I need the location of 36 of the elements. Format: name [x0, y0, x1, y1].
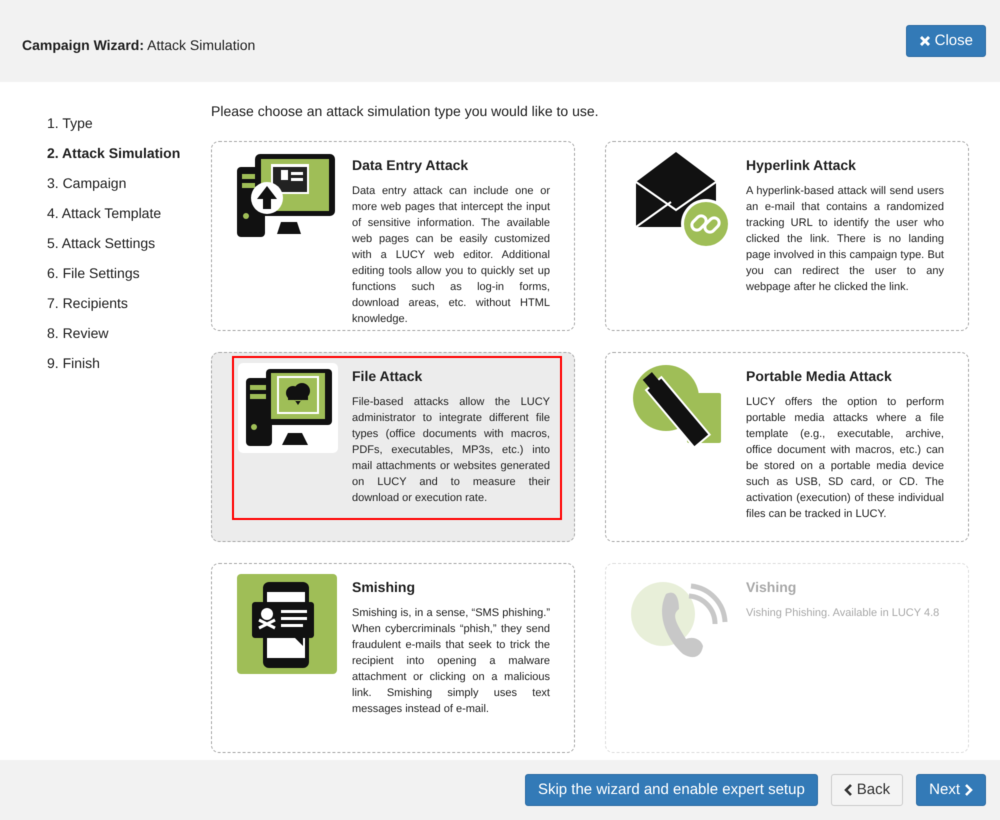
instruction-text: Please choose an attack simulation type you would like to use. [211, 102, 600, 120]
attack-type-card[interactable] [211, 352, 575, 542]
wizard-step[interactable]: 1. Type [47, 108, 211, 138]
wizard-step[interactable]: 7. Recipients [47, 288, 211, 318]
card-title: Data Entry Attack [352, 156, 470, 175]
close-icon [918, 35, 931, 47]
phone-message-icon [237, 574, 337, 674]
next-button[interactable]: Next [916, 774, 986, 806]
wizard-step[interactable]: 3. Campaign [47, 168, 211, 198]
skip-wizard-button[interactable]: Skip the wizard and enable expert setup [524, 774, 818, 806]
chevron-right-icon [964, 784, 973, 796]
card-description: A hyperlink-based attack will send users an e-mail that contains a randomized tracking URL to identify the user who clicked the link. There is no landing page involved in this campaign type. But you can redirect the user to any webpage after he clicked the link. [746, 184, 944, 295]
attack-type-card[interactable] [211, 563, 575, 753]
card-description: Vishing Phishing. Available in LUCY 4.8 [746, 606, 940, 621]
attack-type-card[interactable] [211, 141, 575, 331]
card-title: File Attack [352, 367, 424, 386]
wizard-step[interactable]: 4. Attack Template [47, 198, 211, 228]
back-button[interactable]: Back [830, 774, 904, 806]
attack-type-card[interactable] [605, 352, 969, 542]
card-description: Smishing is, in a sense, “SMS phishing.” When cybercriminals “phish,” they send fraudulent e-mails that seek to trick the recipient into opening a malware attachment or clicking on a malicious link. Smishing simply uses text messages instead of e-mail. [352, 606, 550, 717]
card-title: Smishing [352, 578, 416, 597]
card-title: Vishing [746, 578, 798, 597]
card-description: Data entry attack can include one or more web pages that intercept the input of sensitive information. The available web pages can be easily customized with a LUCY web editor. Additional editing tools allow you to quickly set up functions such as log-in forms, download areas, etc. without HTML knowledge. [352, 184, 550, 327]
wizard-step[interactable]: 8. Review [47, 318, 211, 348]
close-button[interactable]: Close [906, 25, 986, 57]
chevron-left-icon [844, 784, 853, 796]
card-title: Portable Media Attack [746, 367, 893, 386]
wizard-step[interactable]: 2. Attack Simulation [47, 138, 211, 168]
attack-type-card[interactable] [605, 141, 969, 331]
card-description: LUCY offers the option to perform portable media attacks where a file template (e.g., executable, archive, office document with macros, etc.) can be stored on a portable media device such as USB, SD card, or CD. The activation (execution) of these individual files can be tracked in LUCY. [746, 395, 944, 522]
card-title: Hyperlink Attack [746, 156, 857, 175]
card-description: File-based attacks allow the LUCY administrator to integrate different file types (office documents with macros, PDFs, executables, MP3s, etc.) into mail attachments or websites generated on LUCY and to measure their download or execution rate. [352, 395, 550, 506]
wizard-step[interactable]: 6. File Settings [47, 258, 211, 288]
window-title: Campaign Wizard: Attack Simulation [22, 36, 256, 55]
wizard-step[interactable]: 5. Attack Settings [47, 228, 211, 258]
wizard-step[interactable]: 9. Finish [47, 348, 211, 378]
